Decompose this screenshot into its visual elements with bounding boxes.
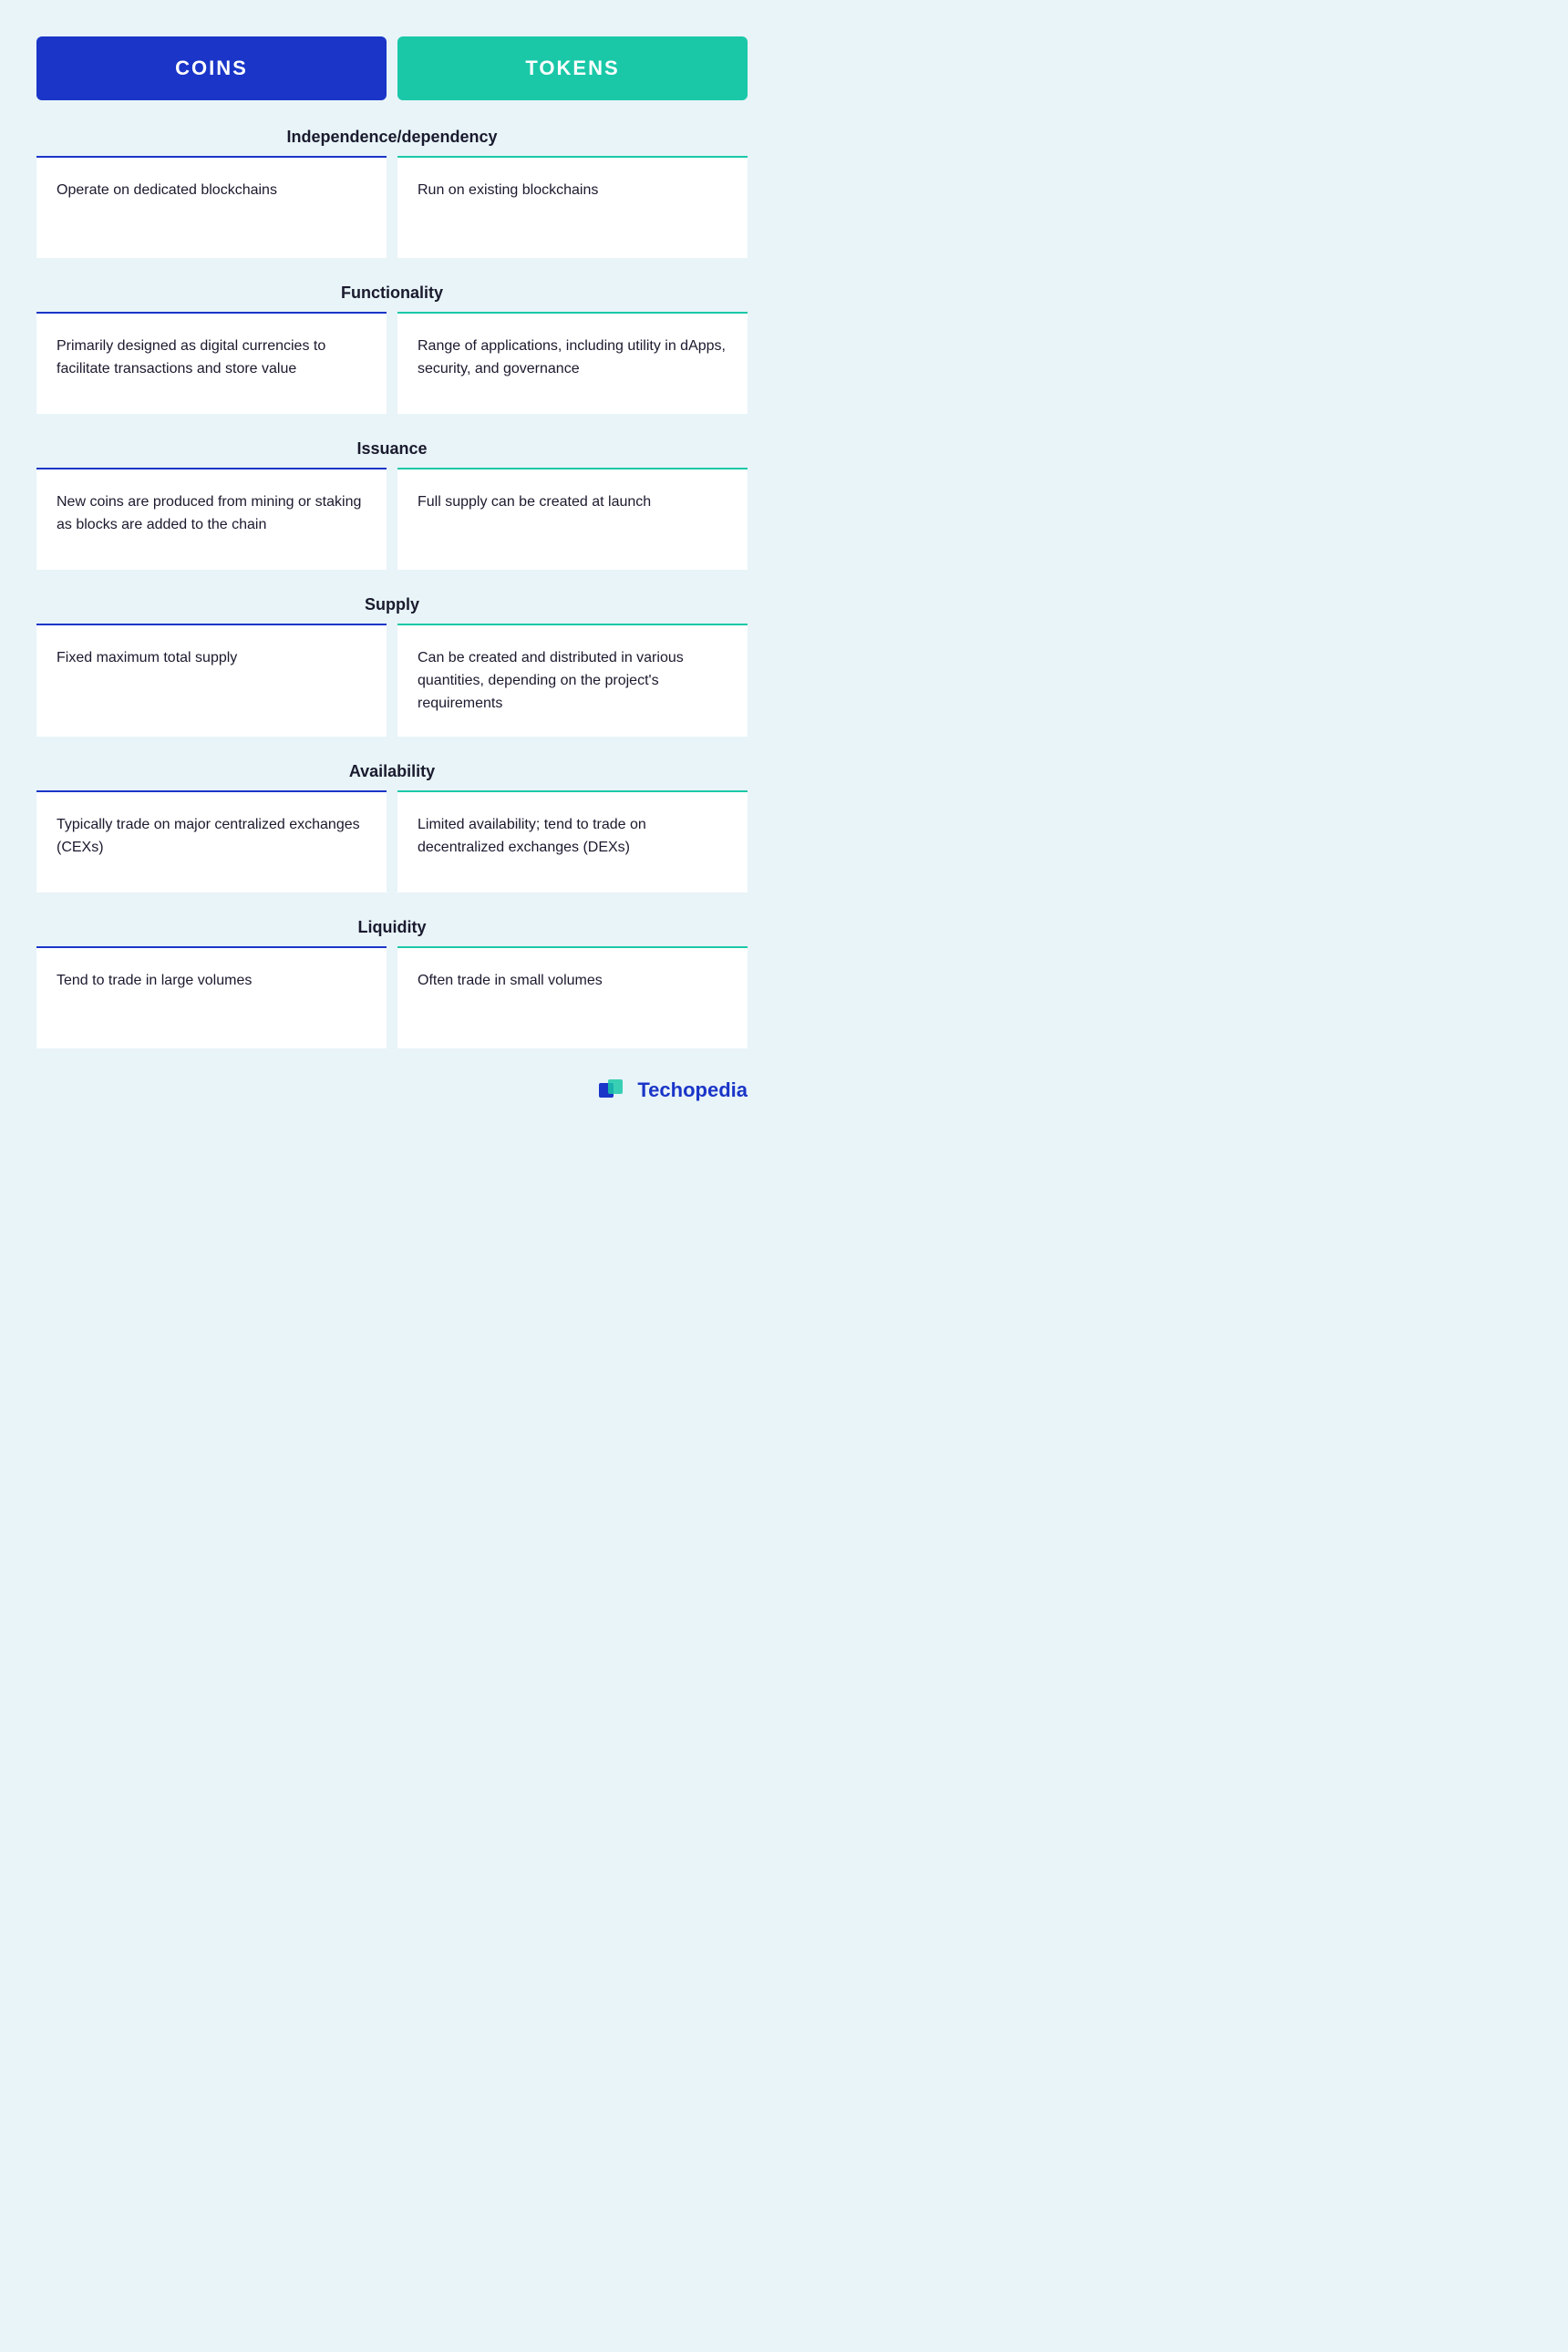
sections-container: Independence/dependency Operate on dedic… xyxy=(36,128,748,1048)
tokens-text-functionality: Range of applications, including utility… xyxy=(418,335,727,381)
content-row-issuance: New coins are produced from mining or st… xyxy=(36,469,748,570)
coins-text-independence: Operate on dedicated blockchains xyxy=(57,180,277,202)
tokens-cell-availability: Limited availability; tend to trade on d… xyxy=(397,792,748,892)
techopedia-logo-icon xyxy=(599,1076,628,1105)
coins-text-supply: Fixed maximum total supply xyxy=(57,647,237,670)
tokens-header: TOKENS xyxy=(397,36,748,100)
section-title-issuance: Issuance xyxy=(36,439,748,459)
content-row-liquidity: Tend to trade in large volumes Often tra… xyxy=(36,948,748,1048)
tokens-cell-supply: Can be created and distributed in variou… xyxy=(397,625,748,737)
coins-text-functionality: Primarily designed as digital currencies… xyxy=(57,335,366,381)
tokens-text-availability: Limited availability; tend to trade on d… xyxy=(418,814,727,860)
coins-text-issuance: New coins are produced from mining or st… xyxy=(57,491,366,537)
header-row: COINS TOKENS xyxy=(36,36,748,100)
content-row-independence: Operate on dedicated blockchains Run on … xyxy=(36,158,748,258)
tokens-cell-functionality: Range of applications, including utility… xyxy=(397,314,748,414)
coins-label: COINS xyxy=(175,57,248,79)
section-title-independence: Independence/dependency xyxy=(36,128,748,147)
coins-cell-liquidity: Tend to trade in large volumes xyxy=(36,948,387,1048)
section-title-liquidity: Liquidity xyxy=(36,918,748,937)
coins-cell-issuance: New coins are produced from mining or st… xyxy=(36,469,387,570)
tokens-text-supply: Can be created and distributed in variou… xyxy=(418,647,727,715)
section-title-supply: Supply xyxy=(36,595,748,614)
footer: Techopedia xyxy=(36,1076,748,1105)
content-row-functionality: Primarily designed as digital currencies… xyxy=(36,314,748,414)
tokens-text-issuance: Full supply can be created at launch xyxy=(418,491,651,514)
tokens-cell-liquidity: Often trade in small volumes xyxy=(397,948,748,1048)
tokens-cell-independence: Run on existing blockchains xyxy=(397,158,748,258)
coins-cell-independence: Operate on dedicated blockchains xyxy=(36,158,387,258)
section-availability: Availability Typically trade on major ce… xyxy=(36,762,748,892)
section-issuance: Issuance New coins are produced from min… xyxy=(36,439,748,570)
coins-cell-availability: Typically trade on major centralized exc… xyxy=(36,792,387,892)
section-title-functionality: Functionality xyxy=(36,284,748,303)
section-title-availability: Availability xyxy=(36,762,748,781)
section-liquidity: Liquidity Tend to trade in large volumes… xyxy=(36,918,748,1048)
tokens-text-independence: Run on existing blockchains xyxy=(418,180,598,202)
section-functionality: Functionality Primarily designed as digi… xyxy=(36,284,748,414)
coins-cell-functionality: Primarily designed as digital currencies… xyxy=(36,314,387,414)
content-row-availability: Typically trade on major centralized exc… xyxy=(36,792,748,892)
section-independence: Independence/dependency Operate on dedic… xyxy=(36,128,748,258)
coins-text-availability: Typically trade on major centralized exc… xyxy=(57,814,366,860)
coins-header: COINS xyxy=(36,36,387,100)
coins-text-liquidity: Tend to trade in large volumes xyxy=(57,970,252,993)
tokens-cell-issuance: Full supply can be created at launch xyxy=(397,469,748,570)
tokens-label: TOKENS xyxy=(525,57,619,79)
section-supply: Supply Fixed maximum total supply Can be… xyxy=(36,595,748,737)
coins-cell-supply: Fixed maximum total supply xyxy=(36,625,387,737)
tokens-text-liquidity: Often trade in small volumes xyxy=(418,970,603,993)
content-row-supply: Fixed maximum total supply Can be create… xyxy=(36,625,748,737)
footer-brand-text: Techopedia xyxy=(637,1078,748,1102)
